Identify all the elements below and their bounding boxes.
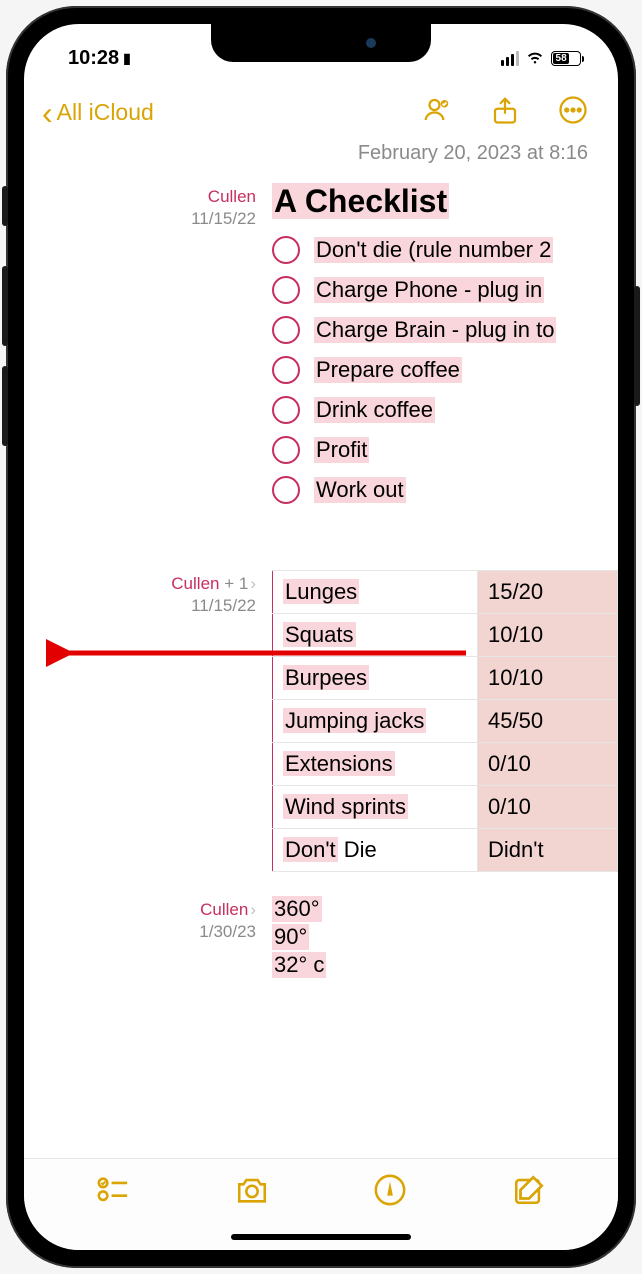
temp-line: 32° c [272, 952, 326, 978]
check-circle[interactable] [272, 476, 300, 504]
checklist-button[interactable] [96, 1173, 130, 1212]
signal-icon [501, 51, 519, 66]
note-timestamp: February 20, 2023 at 8:16 [24, 138, 618, 179]
check-text: Prepare coffee [314, 357, 462, 383]
note-content[interactable]: February 20, 2023 at 8:16 Cullen 11/15/2… [24, 138, 618, 1164]
check-item[interactable]: Charge Phone - plug in [272, 276, 618, 304]
check-item[interactable]: Prepare coffee [272, 356, 618, 384]
table-row[interactable]: Lunges15/20 [273, 571, 618, 614]
check-text: Charge Brain - plug in to [314, 317, 556, 343]
check-text: Work out [314, 477, 406, 503]
check-circle[interactable] [272, 436, 300, 464]
status-time: 10:28 [68, 47, 119, 70]
check-text: Drink coffee [314, 397, 435, 423]
check-circle[interactable] [272, 276, 300, 304]
back-label: All iCloud [57, 99, 154, 126]
more-button[interactable] [558, 95, 588, 130]
check-text: Profit [314, 437, 369, 463]
check-circle[interactable] [272, 316, 300, 344]
table-row[interactable]: Don't DieDidn't [273, 829, 618, 872]
check-item[interactable]: Don't die (rule number 2 [272, 236, 618, 264]
table-row[interactable]: Jumping jacks45/50 [273, 700, 618, 743]
check-item[interactable]: Charge Brain - plug in to [272, 316, 618, 344]
check-text: Don't die (rule number 2 [314, 237, 553, 263]
table-row[interactable]: Extensions0/10 [273, 743, 618, 786]
temp-line: 360° [272, 896, 322, 922]
temp-line: 90° [272, 924, 309, 950]
check-circle[interactable] [272, 356, 300, 384]
check-item[interactable]: Profit [272, 436, 618, 464]
markup-button[interactable] [373, 1173, 407, 1212]
attribution[interactable]: Cullen 11/15/22 [24, 183, 272, 516]
note-title: A Checklist [272, 183, 449, 219]
sim-icon: ▮ [123, 50, 131, 67]
wifi-icon [525, 46, 545, 71]
check-text: Charge Phone - plug in [314, 277, 544, 303]
share-button[interactable] [490, 95, 520, 130]
check-item[interactable]: Drink coffee [272, 396, 618, 424]
attribution[interactable]: Cullen› 1/30/23 [24, 896, 272, 980]
battery-icon: 58 [551, 51, 584, 66]
attribution[interactable]: Cullen + 1› 11/15/22 [24, 570, 272, 872]
arrow-annotation [46, 638, 466, 668]
collaborate-button[interactable] [422, 95, 452, 130]
check-circle[interactable] [272, 236, 300, 264]
check-item[interactable]: Work out [272, 476, 618, 504]
check-circle[interactable] [272, 396, 300, 424]
workout-table[interactable]: Lunges15/20Squats10/10Burpees10/10Jumpin… [272, 570, 618, 872]
back-button[interactable]: ‹ All iCloud [42, 97, 154, 129]
camera-button[interactable] [235, 1173, 269, 1212]
table-row[interactable]: Wind sprints0/10 [273, 786, 618, 829]
home-indicator[interactable] [231, 1234, 411, 1240]
compose-button[interactable] [512, 1173, 546, 1212]
chevron-left-icon: ‹ [42, 97, 53, 129]
